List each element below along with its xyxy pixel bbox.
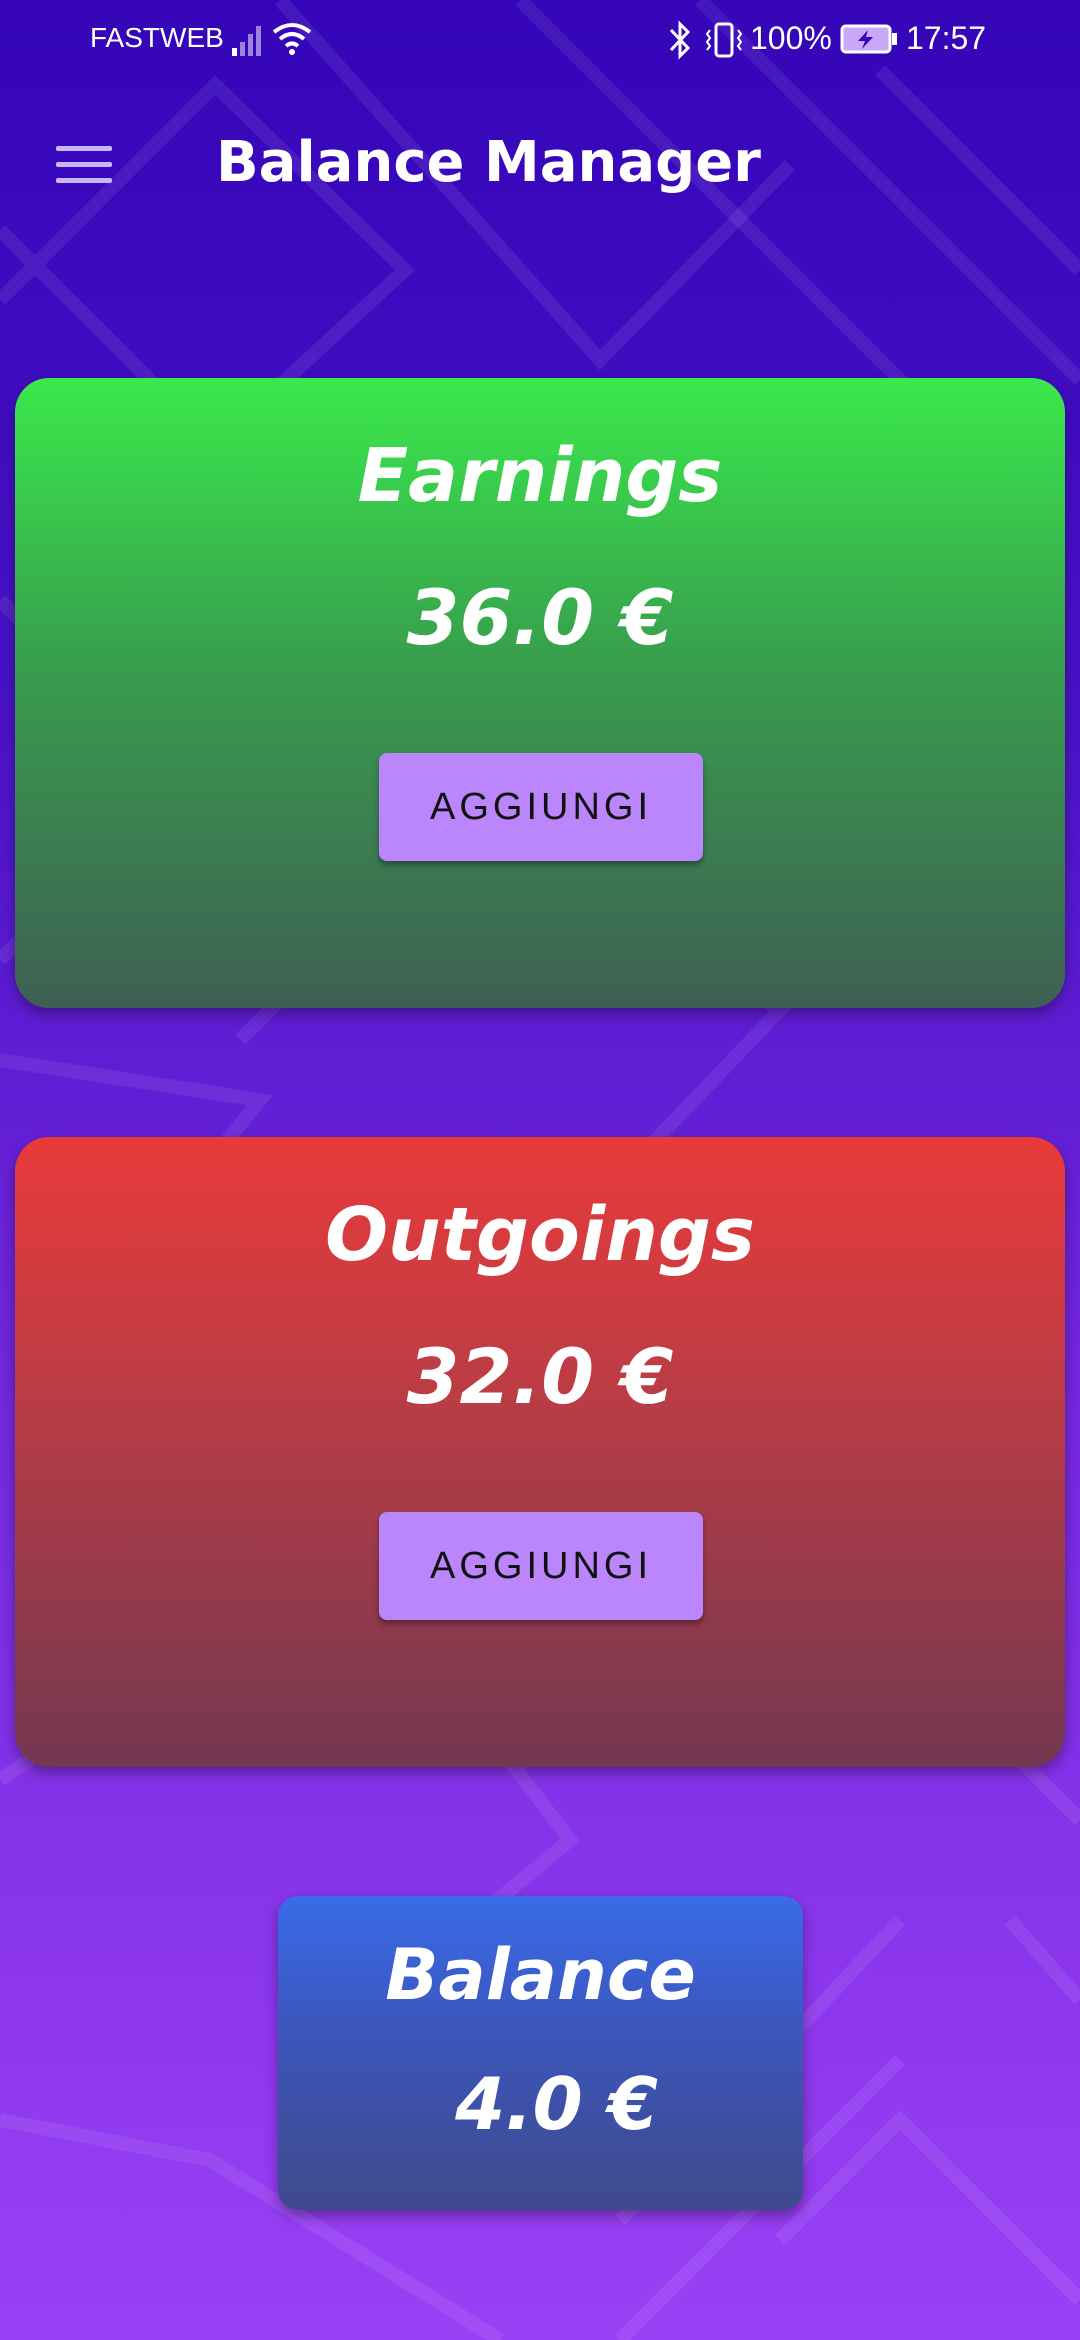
menu-button[interactable]	[40, 130, 128, 200]
app-title: Balance Manager	[216, 130, 761, 195]
battery-percentage: 100%	[750, 20, 832, 56]
add-outgoing-button[interactable]: AGGIUNGI	[379, 1512, 703, 1620]
add-earning-button[interactable]: AGGIUNGI	[379, 753, 703, 861]
earnings-card: Earnings 36.0 € AGGIUNGI	[15, 378, 1065, 1008]
outgoings-amount: 32.0 €	[406, 1332, 674, 1421]
balance-amount: 4.0 €	[455, 2062, 658, 2146]
vibrate-icon	[705, 22, 743, 58]
signal-icon	[232, 26, 261, 56]
battery-charging-icon	[840, 24, 897, 54]
carrier-name: FASTWEB	[90, 22, 224, 53]
outgoings-title: Outgoings	[325, 1192, 755, 1278]
status-bar: FASTWEB 100% 17:57	[0, 0, 1080, 80]
earnings-title: Earnings	[357, 433, 723, 519]
clock: 17:57	[906, 20, 987, 56]
wifi-icon	[272, 23, 312, 55]
bluetooth-icon	[669, 20, 691, 60]
outgoings-card: Outgoings 32.0 € AGGIUNGI	[15, 1137, 1065, 1767]
balance-title: Balance	[385, 1934, 696, 2016]
earnings-amount: 36.0 €	[406, 573, 674, 662]
balance-card: Balance 4.0 €	[278, 1896, 803, 2210]
